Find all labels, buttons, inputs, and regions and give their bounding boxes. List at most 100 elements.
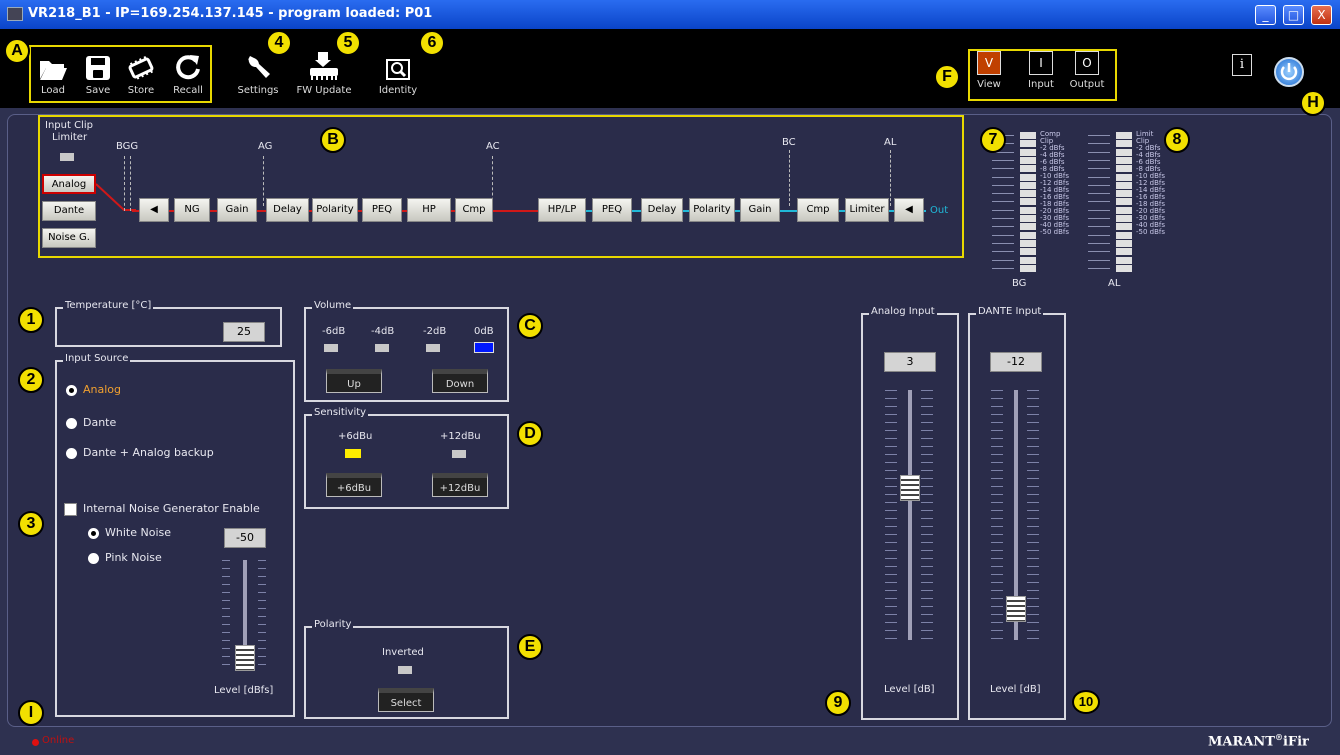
input-view-button[interactable]: I Input <box>1026 51 1056 90</box>
store-label: Store <box>127 85 155 96</box>
polarity-select-button[interactable]: Select <box>378 688 434 712</box>
meter-scale-line <box>1088 201 1110 203</box>
load-button[interactable]: Load <box>36 47 70 96</box>
scale-tick <box>991 630 1003 631</box>
speaker-icon: ◀ <box>905 204 913 215</box>
scale-tick <box>1027 454 1039 455</box>
output-view-button[interactable]: O Output <box>1066 51 1108 90</box>
analog-input-thumb[interactable] <box>900 475 920 502</box>
scale-tick <box>991 542 1003 543</box>
input-clip-label: Input Clip <box>45 120 93 131</box>
marker-7: 7 <box>980 127 1006 153</box>
app-icon <box>7 7 23 21</box>
scale-tick <box>222 608 230 609</box>
volume-step-4: -4dB <box>371 326 395 337</box>
meter-scale-line <box>992 168 1014 170</box>
scale-tick <box>1027 494 1039 495</box>
block-polarity[interactable]: Polarity <box>312 198 358 222</box>
radio-dante-analog-backup[interactable] <box>66 448 77 459</box>
save-button[interactable]: Save <box>81 47 115 96</box>
pink-noise-label: Pink Noise <box>105 551 162 564</box>
scale-tick <box>258 648 266 649</box>
dante-input-level-label: Level [dB] <box>990 684 1041 695</box>
close-button[interactable]: X <box>1311 5 1332 25</box>
block-cmp-out[interactable]: Cmp <box>797 198 839 222</box>
radio-dante[interactable] <box>66 418 77 429</box>
meter-segment <box>1116 206 1132 214</box>
source-analog-button[interactable]: Analog <box>42 174 96 194</box>
scale-tick <box>921 518 933 519</box>
meter-scale-line <box>992 218 1014 219</box>
scale-tick <box>885 438 897 439</box>
recall-button[interactable]: Recall <box>168 47 208 96</box>
radio-analog[interactable] <box>66 385 77 396</box>
identity-button[interactable]: Identity <box>376 47 420 96</box>
temperature-value: 25 <box>223 322 265 342</box>
scale-tick <box>1027 422 1039 423</box>
store-button[interactable]: Store <box>124 47 158 96</box>
block-ng[interactable]: NG <box>174 198 210 222</box>
scale-tick <box>885 622 897 623</box>
minimize-button[interactable]: _ <box>1255 5 1276 25</box>
scale-tick <box>1027 598 1039 599</box>
block-gain-out[interactable]: Gain <box>740 198 780 222</box>
load-label: Load <box>41 85 65 96</box>
status-led <box>32 739 39 746</box>
scale-tick <box>1027 542 1039 543</box>
settings-label: Settings <box>237 85 279 96</box>
scale-tick <box>885 470 897 471</box>
block-peq[interactable]: PEQ <box>362 198 402 222</box>
meter-segment <box>1020 148 1036 156</box>
scale-tick <box>885 462 897 463</box>
dante-input-thumb[interactable] <box>1006 596 1026 623</box>
source-dante-button[interactable]: Dante <box>42 201 96 221</box>
scale-tick <box>885 478 897 479</box>
scale-tick <box>921 494 933 495</box>
block-hp[interactable]: HP <box>407 198 451 222</box>
meter-al-label: AL <box>1108 278 1121 289</box>
volume-step-2: -2dB <box>423 326 447 337</box>
noise-level-thumb[interactable] <box>235 645 255 671</box>
meter-scale-line <box>1088 251 1110 253</box>
output-letter: O <box>1075 51 1099 75</box>
recall-label: Recall <box>173 85 203 96</box>
noise-enable-checkbox[interactable] <box>64 503 77 516</box>
refresh-icon <box>168 47 208 81</box>
scale-tick <box>258 592 266 593</box>
radio-white-noise[interactable] <box>88 528 99 539</box>
sensitivity-6-button[interactable]: +6dBu <box>326 473 382 497</box>
source-noise-button[interactable]: Noise G. <box>42 228 96 248</box>
scale-tick <box>1027 630 1039 631</box>
scale-tick <box>991 582 1003 583</box>
view-button[interactable]: V View <box>974 51 1004 90</box>
volume-up-button[interactable]: Up <box>326 369 382 393</box>
block-delay-out[interactable]: Delay <box>641 198 683 222</box>
polarity-legend: Polarity <box>312 619 354 630</box>
sensitivity-12-button[interactable]: +12dBu <box>432 473 488 497</box>
output-mute-button[interactable]: ◀ <box>894 198 924 222</box>
tap-al: AL <box>884 137 897 148</box>
scale-tick <box>1027 566 1039 567</box>
meter-segment <box>1116 173 1132 181</box>
scale-tick <box>222 576 230 577</box>
scale-tick <box>1027 526 1039 527</box>
block-peq-out[interactable]: PEQ <box>592 198 632 222</box>
analog-input-track[interactable] <box>908 390 912 640</box>
info-button[interactable]: i <box>1232 54 1252 76</box>
power-icon <box>1280 63 1298 81</box>
block-hplp[interactable]: HP/LP <box>538 198 586 222</box>
scale-tick <box>1027 606 1039 607</box>
power-button[interactable] <box>1274 57 1304 87</box>
block-polarity-out[interactable]: Polarity <box>689 198 735 222</box>
block-limiter[interactable]: Limiter <box>845 198 889 222</box>
volume-down-button[interactable]: Down <box>432 369 488 393</box>
scale-tick <box>258 624 266 625</box>
maximize-button[interactable]: □ <box>1283 5 1304 25</box>
block-cmp[interactable]: Cmp <box>455 198 493 222</box>
meter-al: Limit Clip -2 dBfs -4 dBfs -6 dBfs -8 dBfs -10… <box>1082 131 1182 292</box>
radio-pink-noise[interactable] <box>88 553 99 564</box>
input-mute-button[interactable]: ◀ <box>139 198 169 222</box>
block-delay[interactable]: Delay <box>266 198 309 222</box>
scale-tick <box>1027 558 1039 559</box>
block-gain[interactable]: Gain <box>217 198 257 222</box>
